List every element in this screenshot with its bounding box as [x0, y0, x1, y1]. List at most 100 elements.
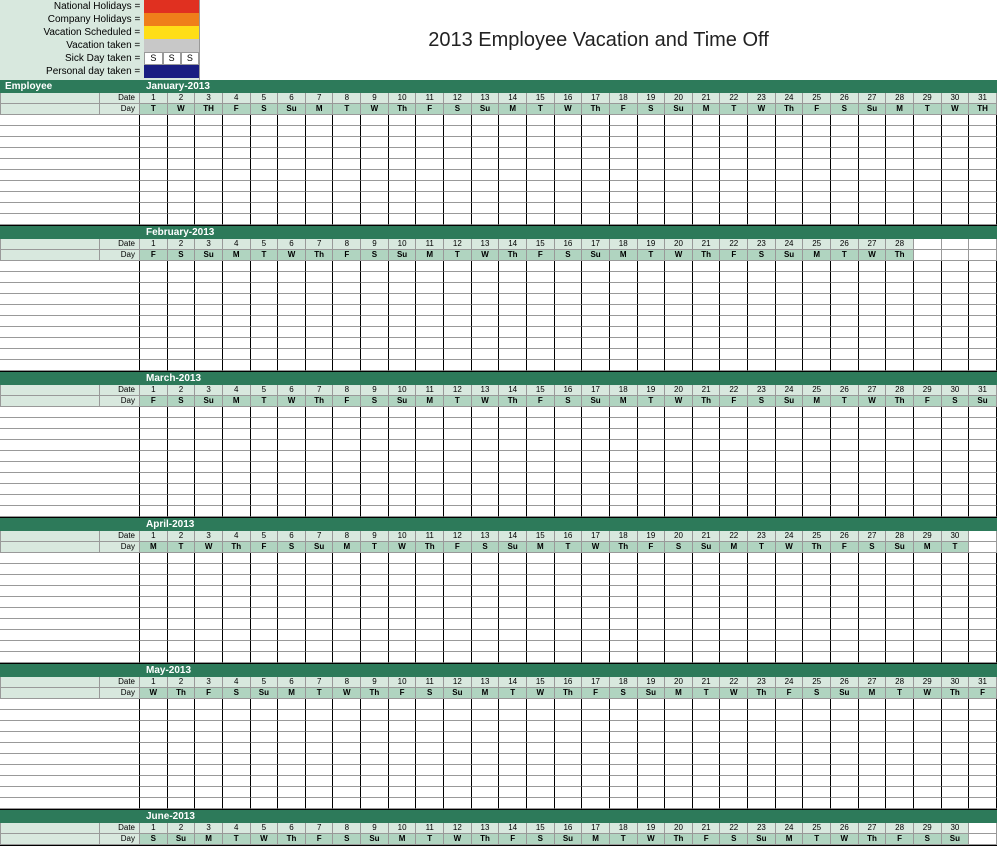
schedule-cell[interactable]: [914, 699, 942, 710]
schedule-cell[interactable]: [333, 754, 361, 765]
schedule-cell[interactable]: [195, 710, 223, 721]
schedule-cell[interactable]: [444, 440, 472, 451]
schedule-cell[interactable]: [942, 608, 970, 619]
schedule-cell[interactable]: [251, 305, 279, 316]
schedule-cell[interactable]: [444, 721, 472, 732]
schedule-cell[interactable]: [361, 586, 389, 597]
employee-name-cell[interactable]: [0, 181, 140, 192]
schedule-cell[interactable]: [720, 214, 748, 225]
schedule-cell[interactable]: [693, 418, 721, 429]
schedule-cell[interactable]: [251, 261, 279, 272]
schedule-cell[interactable]: [859, 597, 887, 608]
schedule-cell[interactable]: [610, 214, 638, 225]
schedule-cell[interactable]: [914, 316, 942, 327]
schedule-cell[interactable]: [278, 272, 306, 283]
schedule-cell[interactable]: [803, 721, 831, 732]
schedule-cell[interactable]: [914, 440, 942, 451]
schedule-cell[interactable]: [444, 495, 472, 506]
schedule-cell[interactable]: [638, 316, 666, 327]
schedule-cell[interactable]: [223, 440, 251, 451]
schedule-cell[interactable]: [195, 349, 223, 360]
schedule-cell[interactable]: [223, 360, 251, 371]
schedule-cell[interactable]: [499, 641, 527, 652]
schedule-cell[interactable]: [306, 462, 334, 473]
schedule-cell[interactable]: [776, 418, 804, 429]
schedule-cell[interactable]: [582, 115, 610, 126]
schedule-cell[interactable]: [333, 732, 361, 743]
schedule-cell[interactable]: [555, 608, 583, 619]
schedule-cell[interactable]: [223, 272, 251, 283]
schedule-cell[interactable]: [610, 203, 638, 214]
schedule-cell[interactable]: [361, 787, 389, 798]
schedule-cell[interactable]: [969, 294, 997, 305]
schedule-cell[interactable]: [416, 699, 444, 710]
schedule-cell[interactable]: [914, 294, 942, 305]
schedule-cell[interactable]: [969, 754, 997, 765]
schedule-cell[interactable]: [914, 641, 942, 652]
schedule-cell[interactable]: [168, 710, 196, 721]
schedule-cell[interactable]: [306, 407, 334, 418]
schedule-cell[interactable]: [527, 148, 555, 159]
schedule-cell[interactable]: [693, 630, 721, 641]
schedule-cell[interactable]: [776, 564, 804, 575]
schedule-cell[interactable]: [776, 553, 804, 564]
schedule-cell[interactable]: [831, 440, 859, 451]
schedule-cell[interactable]: [638, 305, 666, 316]
schedule-cell[interactable]: [665, 305, 693, 316]
schedule-cell[interactable]: [555, 272, 583, 283]
schedule-cell[interactable]: [251, 798, 279, 809]
schedule-cell[interactable]: [969, 699, 997, 710]
schedule-cell[interactable]: [886, 608, 914, 619]
schedule-cell[interactable]: [306, 272, 334, 283]
schedule-cell[interactable]: [610, 473, 638, 484]
schedule-cell[interactable]: [195, 360, 223, 371]
schedule-cell[interactable]: [582, 418, 610, 429]
schedule-cell[interactable]: [361, 214, 389, 225]
schedule-cell[interactable]: [859, 407, 887, 418]
schedule-cell[interactable]: [416, 743, 444, 754]
schedule-cell[interactable]: [665, 473, 693, 484]
schedule-cell[interactable]: [251, 754, 279, 765]
schedule-cell[interactable]: [361, 137, 389, 148]
schedule-cell[interactable]: [831, 586, 859, 597]
schedule-cell[interactable]: [914, 765, 942, 776]
schedule-cell[interactable]: [610, 126, 638, 137]
schedule-cell[interactable]: [886, 203, 914, 214]
schedule-cell[interactable]: [278, 699, 306, 710]
schedule-cell[interactable]: [803, 630, 831, 641]
schedule-cell[interactable]: [333, 126, 361, 137]
schedule-cell[interactable]: [251, 148, 279, 159]
schedule-cell[interactable]: [693, 159, 721, 170]
schedule-cell[interactable]: [693, 349, 721, 360]
schedule-cell[interactable]: [195, 630, 223, 641]
schedule-cell[interactable]: [886, 418, 914, 429]
schedule-cell[interactable]: [859, 440, 887, 451]
schedule-cell[interactable]: [195, 743, 223, 754]
schedule-cell[interactable]: [140, 360, 168, 371]
schedule-cell[interactable]: [472, 170, 500, 181]
schedule-cell[interactable]: [748, 349, 776, 360]
schedule-cell[interactable]: [969, 743, 997, 754]
schedule-cell[interactable]: [444, 787, 472, 798]
schedule-cell[interactable]: [914, 192, 942, 203]
schedule-cell[interactable]: [278, 203, 306, 214]
schedule-cell[interactable]: [886, 126, 914, 137]
schedule-cell[interactable]: [693, 699, 721, 710]
schedule-cell[interactable]: [914, 484, 942, 495]
schedule-cell[interactable]: [942, 652, 970, 663]
schedule-cell[interactable]: [831, 159, 859, 170]
schedule-cell[interactable]: [942, 360, 970, 371]
employee-name-cell[interactable]: [0, 553, 140, 564]
schedule-cell[interactable]: [389, 721, 417, 732]
schedule-cell[interactable]: [914, 506, 942, 517]
schedule-cell[interactable]: [527, 272, 555, 283]
schedule-cell[interactable]: [969, 316, 997, 327]
schedule-cell[interactable]: [195, 608, 223, 619]
schedule-cell[interactable]: [361, 283, 389, 294]
schedule-cell[interactable]: [140, 754, 168, 765]
schedule-cell[interactable]: [416, 349, 444, 360]
schedule-cell[interactable]: [306, 721, 334, 732]
schedule-cell[interactable]: [555, 765, 583, 776]
schedule-cell[interactable]: [748, 294, 776, 305]
schedule-cell[interactable]: [720, 170, 748, 181]
